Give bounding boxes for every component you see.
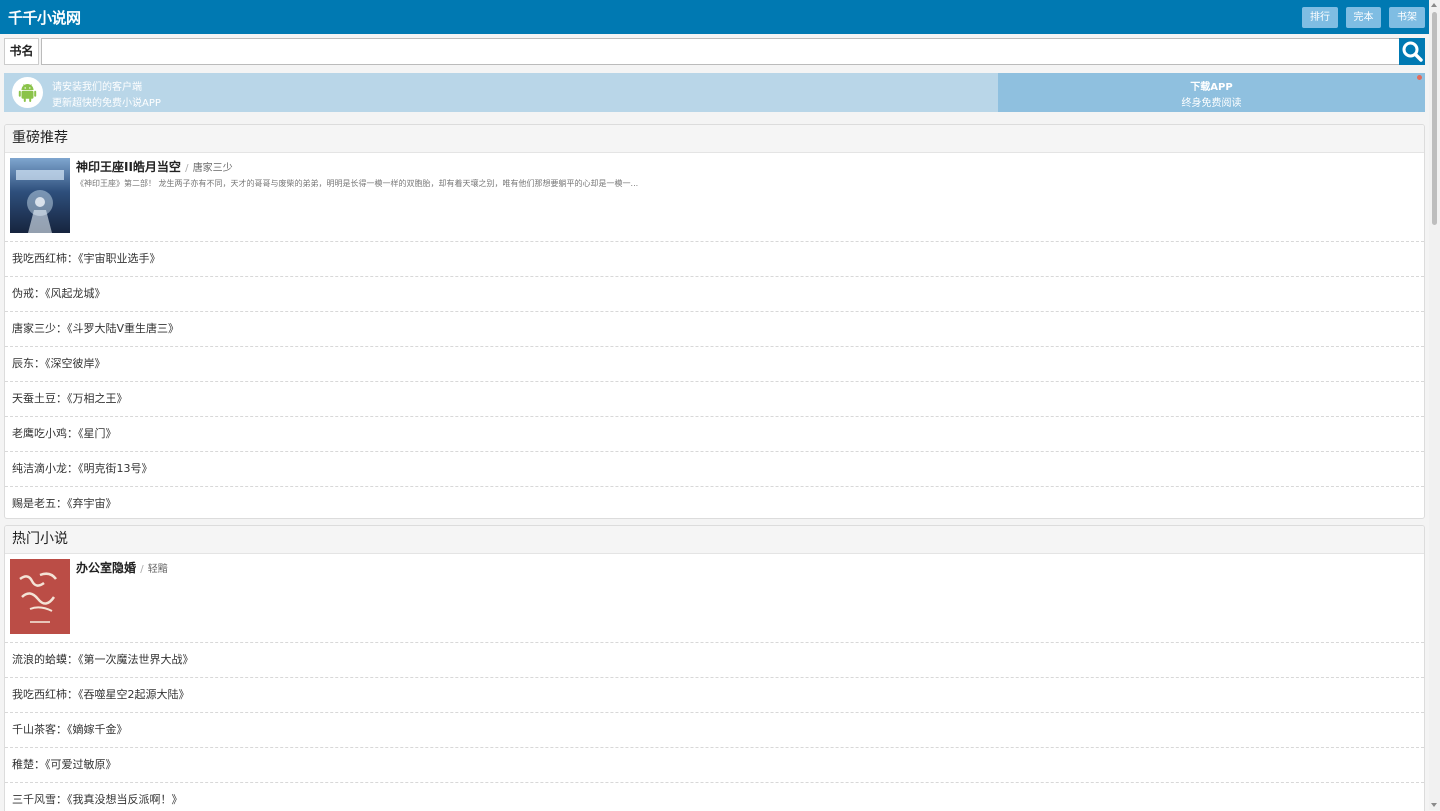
banner-install-text: 请安装我们的客户端 bbox=[52, 82, 142, 93]
list-item[interactable]: 老鹰吃小鸡：《星门》 bbox=[5, 417, 1424, 452]
section-popular: 热门小说 办公室隐婚 / 轻黯 流浪的蛤蟆：《第一次魔法世界大战》 我吃西红柿：… bbox=[4, 525, 1425, 811]
list-item[interactable]: 我吃西红柿：《宇宙职业选手》 bbox=[5, 242, 1424, 277]
site-logo[interactable]: 千千小说网 bbox=[8, 7, 81, 28]
android-icon bbox=[12, 77, 43, 108]
list-item[interactable]: 流浪的蛤蟆：《第一次魔法世界大战》 bbox=[5, 643, 1424, 678]
featured-book: 神印王座II皓月当空 / 唐家三少 《神印王座》第二部！ 龙生两子亦有不同，天才… bbox=[5, 153, 1424, 242]
featured-book-title[interactable]: 神印王座II皓月当空 / 唐家三少 bbox=[76, 158, 233, 175]
download-app-button[interactable]: 下载APP 终身免费阅读 bbox=[998, 73, 1425, 112]
featured-book-author: 唐家三少 bbox=[192, 163, 233, 174]
featured-book: 办公室隐婚 / 轻黯 bbox=[5, 554, 1424, 643]
featured-book-author: 轻黯 bbox=[147, 564, 168, 575]
list-item[interactable]: 辰东：《深空彼岸》 bbox=[5, 347, 1424, 382]
section-recommended: 重磅推荐 神印王座II皓月当空 / 唐家三少 《神印王座》第二部！ 龙生两子亦有… bbox=[4, 124, 1425, 519]
section-title: 热门小说 bbox=[5, 526, 1424, 554]
search-icon bbox=[1402, 41, 1423, 62]
list-item[interactable]: 三千风雪：《我真没想当反派啊！》 bbox=[5, 783, 1424, 811]
list-item[interactable]: 天蚕土豆：《万相之王》 bbox=[5, 382, 1424, 417]
search-button[interactable] bbox=[1399, 38, 1425, 65]
list-item[interactable]: 千山茶客：《嫡嫁千金》 bbox=[5, 713, 1424, 748]
search-category-label[interactable]: 书名 bbox=[4, 38, 39, 65]
top-nav-bar: 千千小说网 排行 完本 书架 bbox=[0, 0, 1429, 34]
download-app-title: 下载APP bbox=[1190, 82, 1233, 93]
notification-dot bbox=[1417, 75, 1422, 80]
scroll-down-arrow-icon[interactable] bbox=[1431, 803, 1437, 807]
book-cover-image[interactable] bbox=[10, 559, 70, 634]
download-app-subtitle: 终身免费阅读 bbox=[1181, 98, 1242, 109]
scrollbar-thumb[interactable] bbox=[1432, 12, 1437, 225]
list-item[interactable]: 伪戒：《风起龙城》 bbox=[5, 277, 1424, 312]
search-bar: 书名 bbox=[4, 38, 1425, 65]
list-item[interactable]: 赐是老五：《弃宇宙》 bbox=[5, 487, 1424, 518]
scroll-up-arrow-icon[interactable] bbox=[1431, 3, 1437, 7]
completed-button[interactable]: 完本 bbox=[1346, 7, 1381, 28]
list-item[interactable]: 纯洁滴小龙：《明克街13号》 bbox=[5, 452, 1424, 487]
banner-update-text: 更新超快的免费小说APP bbox=[52, 98, 161, 109]
book-cover-image[interactable] bbox=[10, 158, 70, 233]
featured-book-title[interactable]: 办公室隐婚 / 轻黯 bbox=[76, 559, 168, 576]
section-title: 重磅推荐 bbox=[5, 125, 1424, 153]
bookshelf-button[interactable]: 书架 bbox=[1389, 7, 1425, 28]
featured-book-description: 《神印王座》第二部！ 龙生两子亦有不同，天才的哥哥与废柴的弟弟，明明是长得一模一… bbox=[76, 179, 639, 188]
app-banner: 请安装我们的客户端 更新超快的免费小说APP 下载APP 终身免费阅读 bbox=[4, 73, 1425, 112]
page-scrollbar[interactable] bbox=[1429, 0, 1440, 810]
search-input[interactable] bbox=[41, 38, 1402, 65]
list-item[interactable]: 稚楚：《可爱过敏原》 bbox=[5, 748, 1424, 783]
list-item[interactable]: 我吃西红柿：《吞噬星空2起源大陆》 bbox=[5, 678, 1424, 713]
list-item[interactable]: 唐家三少：《斗罗大陆V重生唐三》 bbox=[5, 312, 1424, 347]
ranking-button[interactable]: 排行 bbox=[1302, 7, 1338, 28]
